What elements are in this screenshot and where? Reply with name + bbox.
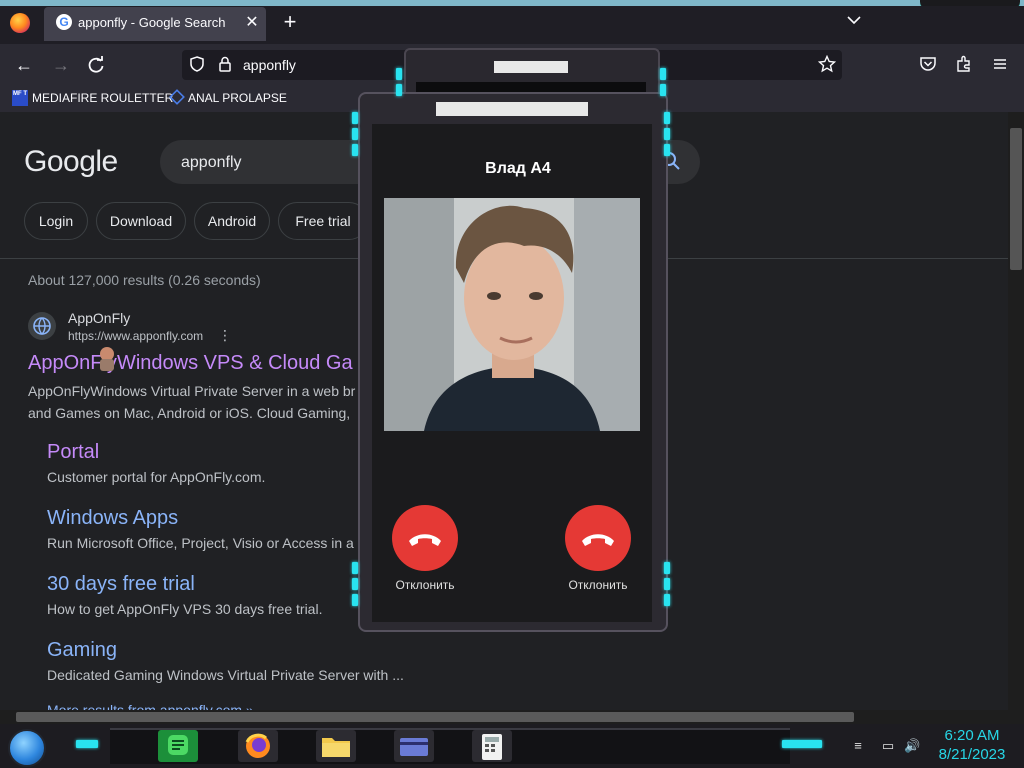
google-logo[interactable]: Google bbox=[24, 145, 118, 179]
led-decor bbox=[352, 594, 358, 606]
led-decor bbox=[664, 144, 670, 156]
led-decor bbox=[664, 112, 670, 124]
sublink-free-trial[interactable]: 30 days free trial bbox=[47, 573, 195, 596]
led-decor bbox=[352, 112, 358, 124]
result-title-link[interactable]: AppOnFlyWindows VPS & Cloud Ga bbox=[28, 352, 353, 375]
google-favicon-icon: G bbox=[56, 14, 72, 30]
decline-call-button[interactable] bbox=[392, 505, 458, 571]
led-decor bbox=[664, 594, 670, 606]
tab-title: apponfly - Google Search bbox=[78, 15, 226, 30]
decline-label-right: Отклонить bbox=[568, 578, 628, 592]
cursor-figure-icon bbox=[92, 344, 122, 374]
chip-android[interactable]: Android bbox=[194, 202, 270, 240]
file-explorer-icon[interactable] bbox=[316, 730, 356, 762]
chevron-down-icon[interactable] bbox=[846, 12, 862, 28]
lock-icon[interactable] bbox=[216, 55, 234, 73]
more-options-icon[interactable]: ⋮ bbox=[218, 327, 232, 344]
taskbar-led-decor bbox=[76, 740, 98, 748]
led-decor bbox=[352, 128, 358, 140]
volume-icon[interactable]: 🔊 bbox=[904, 738, 920, 754]
sublink-free-trial-snippet: How to get AppOnFly VPS 30 days free tri… bbox=[47, 601, 323, 617]
led-decor bbox=[352, 144, 358, 156]
calculator-app-icon[interactable] bbox=[472, 730, 512, 762]
sublink-gaming-snippet: Dedicated Gaming Windows Virtual Private… bbox=[47, 667, 404, 683]
caller-photo bbox=[384, 198, 640, 431]
start-button[interactable] bbox=[8, 729, 46, 767]
extensions-icon[interactable] bbox=[955, 55, 973, 73]
caller-name: Влад А4 bbox=[485, 160, 551, 177]
sublink-windows-apps[interactable]: Windows Apps bbox=[47, 507, 178, 530]
taskbar-app-strip bbox=[110, 728, 790, 764]
result-site-url[interactable]: https://www.apponfly.com bbox=[68, 329, 203, 343]
taskbar-menu-icon[interactable]: ≡ bbox=[850, 738, 866, 754]
decline-label-left: Отклонить bbox=[395, 578, 455, 592]
led-decor bbox=[660, 84, 666, 96]
led-decor bbox=[664, 128, 670, 140]
network-icon[interactable]: ▭ bbox=[880, 738, 896, 754]
sublink-portal-snippet: Customer portal for AppOnFly.com. bbox=[47, 469, 266, 485]
chip-download[interactable]: Download bbox=[96, 202, 186, 240]
close-tab-icon[interactable]: ✕ bbox=[244, 12, 260, 32]
led-decor bbox=[664, 578, 670, 590]
led-decor bbox=[352, 578, 358, 590]
messages-app-icon[interactable] bbox=[158, 730, 198, 762]
sublink-gaming[interactable]: Gaming bbox=[47, 639, 117, 662]
chip-login[interactable]: Login bbox=[24, 202, 88, 240]
search-query-text[interactable]: apponfly bbox=[181, 154, 242, 172]
bookmark-star-icon[interactable] bbox=[818, 55, 836, 73]
new-tab-button[interactable]: + bbox=[280, 10, 300, 34]
led-decor bbox=[664, 562, 670, 574]
clock-date[interactable]: 8/21/2023 bbox=[930, 746, 1014, 763]
pocket-icon[interactable] bbox=[919, 55, 937, 73]
sublink-portal[interactable]: Portal bbox=[47, 441, 99, 464]
mediafire-icon: MF T bbox=[12, 90, 28, 106]
led-decor bbox=[396, 68, 402, 80]
bookmark-anal-prolapse[interactable]: ANAL PROLAPSE bbox=[188, 91, 287, 105]
firefox-menu-icon[interactable] bbox=[10, 13, 30, 33]
sublink-windows-apps-snippet: Run Microsoft Office, Project, Visio or … bbox=[47, 535, 354, 551]
result-stats: About 127,000 results (0.26 seconds) bbox=[28, 272, 261, 288]
chip-free-trial[interactable]: Free trial bbox=[278, 202, 368, 240]
led-decor bbox=[352, 562, 358, 574]
result-title-part2: Windows VPS & Cloud Ga bbox=[116, 352, 353, 374]
bookmark-mediafire-rouletter[interactable]: MEDIAFIRE ROULETTER bbox=[32, 91, 173, 105]
reload-button[interactable] bbox=[86, 55, 106, 75]
led-decor bbox=[660, 68, 666, 80]
result-snippet-line1: AppOnFlyWindows Virtual Private Server i… bbox=[28, 383, 356, 399]
horizontal-scroll-thumb[interactable] bbox=[16, 712, 854, 722]
url-text[interactable]: apponfly bbox=[243, 57, 296, 73]
led-decor bbox=[396, 84, 402, 96]
taskbar-led-decor bbox=[782, 740, 822, 748]
decline-call-button-right[interactable] bbox=[565, 505, 631, 571]
clock-time[interactable]: 6:20 AM bbox=[940, 727, 1004, 744]
vertical-scroll-thumb[interactable] bbox=[1010, 128, 1022, 270]
phone-widget-label bbox=[436, 102, 588, 116]
firefox-app-icon[interactable] bbox=[238, 730, 278, 762]
globe-icon bbox=[28, 312, 56, 340]
hamburger-menu-icon[interactable] bbox=[991, 55, 1009, 73]
back-button[interactable]: ← bbox=[13, 54, 35, 76]
forward-button[interactable]: → bbox=[50, 54, 72, 76]
shield-icon[interactable] bbox=[188, 55, 206, 73]
result-snippet-line2: and Games on Mac, Android or iOS. Cloud … bbox=[28, 405, 351, 421]
card-app-icon[interactable] bbox=[394, 730, 434, 762]
phone-hangup-icon bbox=[582, 534, 614, 546]
phone-hangup-icon bbox=[409, 534, 441, 546]
result-site-name: AppOnFly bbox=[68, 310, 131, 326]
phone-widget-top-label bbox=[494, 61, 568, 73]
